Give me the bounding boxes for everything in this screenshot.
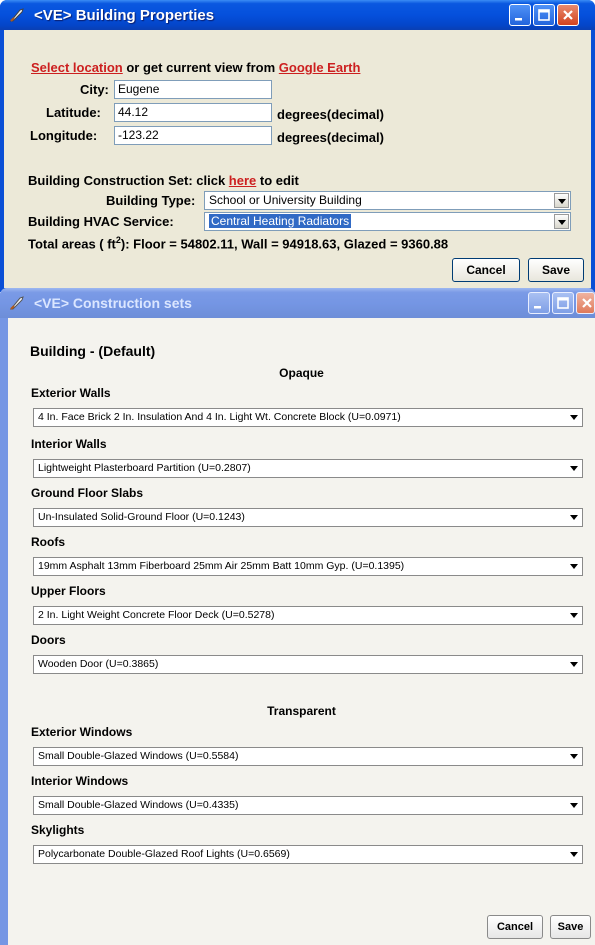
properties-save-button[interactable]: Save — [528, 258, 584, 282]
minimize-icon — [515, 18, 522, 21]
dropdown-arrow-icon[interactable] — [570, 515, 578, 520]
construction-set-prefix: Building Construction Set: click — [28, 173, 229, 188]
minimize-button[interactable] — [528, 292, 550, 314]
interior-walls-value: Lightweight Plasterboard Partition (U=0.… — [38, 462, 251, 474]
construction-set-heading: Building - (Default) — [30, 343, 156, 359]
ground-floor-slabs-select[interactable]: Un-Insulated Solid-Ground Floor (U=0.124… — [33, 508, 583, 527]
field-label-exterior-windows: Exterior Windows — [31, 725, 133, 739]
dropdown-arrow-icon[interactable] — [570, 564, 578, 569]
properties-cancel-button[interactable]: Cancel — [452, 258, 520, 282]
properties-window-title: <VE> Building Properties — [34, 7, 215, 24]
doors-value: Wooden Door (U=0.3865) — [38, 658, 159, 670]
minimize-button[interactable] — [509, 4, 531, 26]
dropdown-arrow-icon[interactable] — [554, 214, 569, 229]
maximize-icon — [538, 9, 550, 21]
building-type-select[interactable]: School or University Building — [204, 191, 571, 210]
field-label-upper-floors: Upper Floors — [31, 584, 106, 598]
interior-walls-select[interactable]: Lightweight Plasterboard Partition (U=0.… — [33, 459, 583, 478]
construction-cancel-button[interactable]: Cancel — [487, 915, 543, 939]
exterior-windows-value: Small Double-Glazed Windows (U=0.5584) — [38, 750, 239, 762]
latitude-label: Latitude: — [46, 105, 101, 120]
skylights-value: Polycarbonate Double-Glazed Roof Lights … — [38, 848, 290, 860]
field-label-exterior-walls: Exterior Walls — [31, 386, 111, 400]
select-location-link[interactable]: Select location — [31, 60, 123, 75]
field-label-roofs: Roofs — [31, 535, 65, 549]
close-button[interactable] — [557, 4, 579, 26]
exterior-windows-select[interactable]: Small Double-Glazed Windows (U=0.5584) — [33, 747, 583, 766]
city-label: City: — [80, 82, 109, 97]
skylights-select[interactable]: Polycarbonate Double-Glazed Roof Lights … — [33, 845, 583, 864]
close-button[interactable] — [576, 292, 595, 314]
construction-titlebar[interactable]: <VE> Construction sets — [0, 288, 595, 318]
field-label-ground-floor-slabs: Ground Floor Slabs — [31, 486, 144, 500]
ground-floor-slabs-value: Un-Insulated Solid-Ground Floor (U=0.124… — [38, 511, 245, 523]
construction-sets-window: <VE> Construction sets Building - (Defau… — [0, 288, 595, 945]
close-icon — [582, 298, 592, 308]
total-areas-prefix: Total areas ( ft — [28, 236, 116, 252]
construction-window-title: <VE> Construction sets — [34, 295, 192, 311]
field-label-skylights: Skylights — [31, 823, 85, 837]
doors-select[interactable]: Wooden Door (U=0.3865) — [33, 655, 583, 674]
dropdown-arrow-icon[interactable] — [570, 803, 578, 808]
field-label-doors: Doors — [31, 633, 66, 647]
transparent-group-label: Transparent — [267, 704, 336, 718]
upper-floors-value: 2 In. Light Weight Concrete Floor Deck (… — [38, 609, 275, 621]
building-properties-window: <VE> Building Properties Select location… — [0, 0, 595, 292]
dropdown-arrow-icon[interactable] — [570, 662, 578, 667]
interior-windows-value: Small Double-Glazed Windows (U=0.4335) — [38, 799, 239, 811]
dropdown-arrow-icon[interactable] — [570, 754, 578, 759]
properties-client-area: Select location or get current view from… — [4, 30, 591, 288]
construction-set-suffix: to edit — [256, 173, 299, 188]
maximize-icon — [557, 297, 569, 309]
exterior-walls-select[interactable]: 4 In. Face Brick 2 In. Insulation And 4 … — [33, 408, 583, 427]
roofs-select[interactable]: 19mm Asphalt 13mm Fiberboard 25mm Air 25… — [33, 557, 583, 576]
latitude-field[interactable]: 44.12 — [114, 103, 272, 122]
maximize-button[interactable] — [533, 4, 555, 26]
longitude-field[interactable]: -123.22 — [114, 126, 272, 145]
construction-save-button[interactable]: Save — [550, 915, 591, 939]
properties-titlebar[interactable]: <VE> Building Properties — [0, 0, 595, 30]
edit-construction-link[interactable]: here — [229, 173, 256, 188]
google-earth-link[interactable]: Google Earth — [279, 60, 361, 75]
dropdown-arrow-icon[interactable] — [570, 466, 578, 471]
exterior-walls-value: 4 In. Face Brick 2 In. Insulation And 4 … — [38, 411, 401, 423]
opaque-group-label: Opaque — [279, 366, 324, 380]
construction-client-area: Building - (Default) Opaque Exterior Wal… — [8, 318, 595, 945]
location-middle-text: or get current view from — [122, 60, 279, 75]
dropdown-arrow-icon[interactable] — [570, 852, 578, 857]
upper-floors-select[interactable]: 2 In. Light Weight Concrete Floor Deck (… — [33, 606, 583, 625]
close-icon — [563, 10, 573, 20]
dropdown-arrow-icon[interactable] — [570, 613, 578, 618]
longitude-unit: degrees(decimal) — [277, 130, 384, 145]
app-feather-icon — [9, 296, 24, 310]
interior-windows-select[interactable]: Small Double-Glazed Windows (U=0.4335) — [33, 796, 583, 815]
total-areas-suffix: ): Floor = 54802.11, Wall = 94918.63, Gl… — [120, 236, 449, 252]
hvac-value: Central Heating Radiators — [209, 214, 352, 228]
total-areas-text: Total areas ( ft2): Floor = 54802.11, Wa… — [28, 235, 448, 251]
longitude-label: Longitude: — [30, 128, 98, 143]
app-feather-icon — [9, 8, 24, 22]
field-label-interior-walls: Interior Walls — [31, 437, 107, 451]
roofs-value: 19mm Asphalt 13mm Fiberboard 25mm Air 25… — [38, 560, 405, 572]
dropdown-arrow-icon[interactable] — [554, 193, 569, 208]
location-line: Select location or get current view from… — [31, 60, 360, 75]
hvac-select[interactable]: Central Heating Radiators — [204, 212, 571, 231]
construction-set-line: Building Construction Set: click here to… — [28, 173, 299, 188]
building-type-label: Building Type: — [106, 193, 196, 208]
maximize-button[interactable] — [552, 292, 574, 314]
building-type-value: School or University Building — [209, 193, 362, 207]
field-label-interior-windows: Interior Windows — [31, 774, 129, 788]
latitude-unit: degrees(decimal) — [277, 107, 384, 122]
hvac-label: Building HVAC Service: — [28, 214, 174, 229]
city-field[interactable]: Eugene — [114, 80, 272, 99]
minimize-icon — [534, 306, 541, 309]
dropdown-arrow-icon[interactable] — [570, 415, 578, 420]
